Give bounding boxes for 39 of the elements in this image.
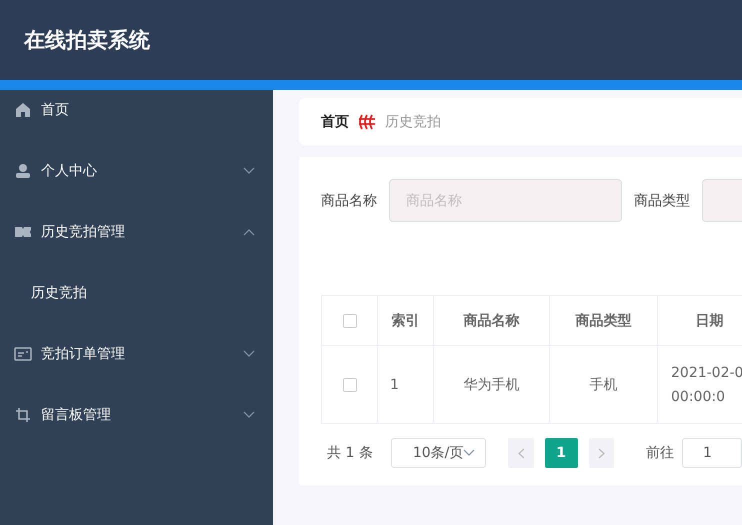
checkbox[interactable]: [342, 378, 356, 392]
total-count: 共 1 条: [327, 444, 373, 462]
filter-label: 商品名称: [321, 192, 377, 210]
table-cell: 华为手机: [434, 346, 550, 424]
menu-item[interactable]: 首页: [0, 90, 273, 130]
ticket-icon: [14, 224, 32, 240]
chevron-icon: [243, 228, 255, 236]
next-page-button[interactable]: [588, 438, 614, 468]
user-icon: [14, 163, 32, 179]
chevron-right-icon: [598, 448, 605, 458]
chevron-icon: [243, 350, 255, 358]
column-header: 索引: [378, 296, 434, 346]
filter-label: 商品类型: [634, 192, 690, 210]
prev-page-button[interactable]: [508, 438, 534, 468]
chevron-left-icon: [518, 448, 524, 458]
chevron-icon: [243, 411, 255, 419]
filter-field[interactable]: [702, 179, 742, 222]
chevron-icon: [463, 449, 476, 457]
page-size-select[interactable]: 10条/页: [390, 438, 486, 468]
menu-item[interactable]: 留言板管理: [0, 395, 273, 435]
app-title: 在线拍卖系统: [24, 27, 150, 54]
menu-item[interactable]: 竞拍订单管理: [0, 334, 273, 374]
home-icon: [14, 102, 32, 118]
table-cell: 1: [378, 346, 434, 424]
menu-item[interactable]: 个人中心: [0, 151, 273, 191]
column-header: 商品类型: [550, 296, 658, 346]
chevron-icon: [243, 167, 255, 175]
card-icon: [14, 346, 32, 362]
menu-item[interactable]: 历史竞拍管理: [0, 212, 273, 252]
separator-icon: [357, 112, 377, 130]
column-header: 商品名称: [434, 296, 550, 346]
checkbox[interactable]: [342, 314, 356, 328]
goto-label: 前往: [646, 444, 674, 462]
submenu-item[interactable]: 历史竞拍: [0, 273, 273, 313]
column-header: 日期: [658, 296, 742, 346]
goto-page-field[interactable]: 1: [682, 438, 742, 468]
crop-icon: [14, 407, 32, 423]
table-cell: 手机: [550, 346, 658, 424]
breadcrumb-link[interactable]: 首页: [321, 112, 349, 130]
